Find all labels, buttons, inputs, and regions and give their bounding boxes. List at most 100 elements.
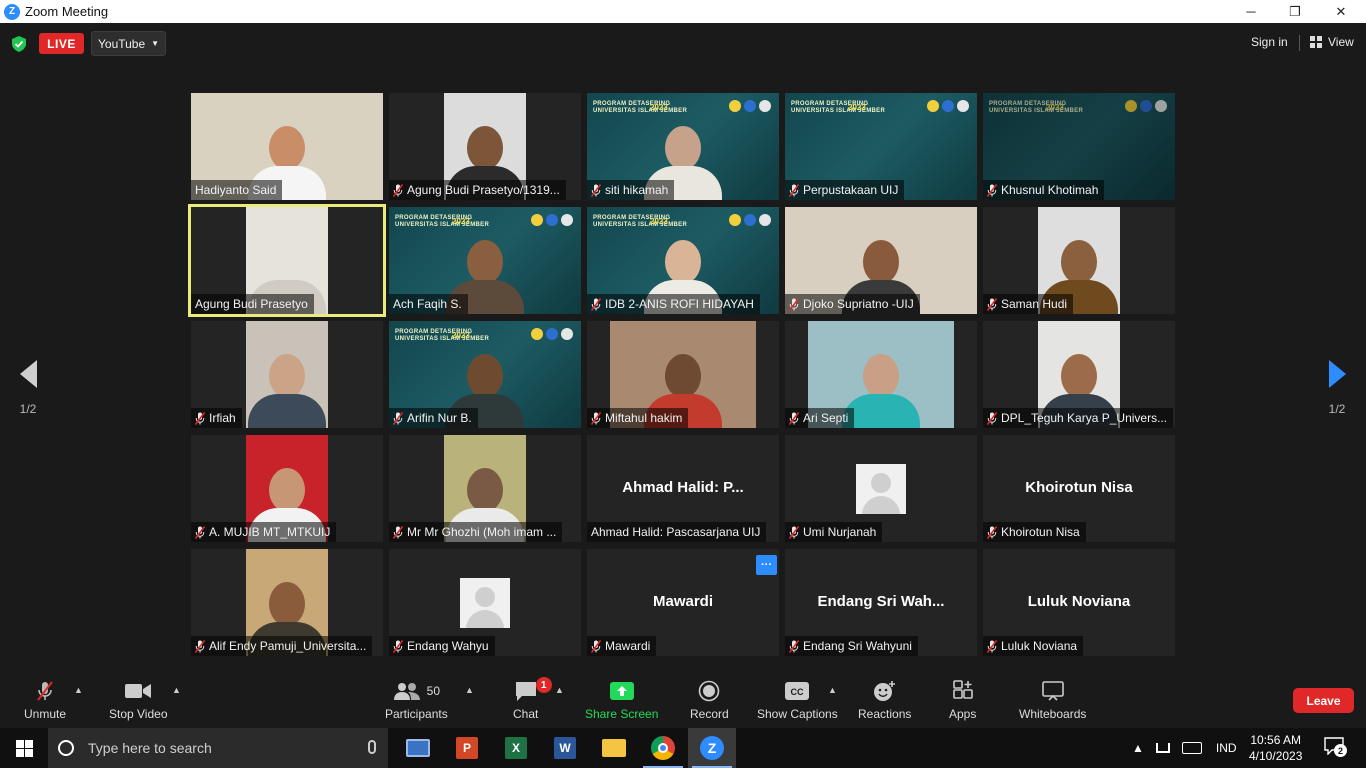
mic-muted-icon bbox=[591, 411, 601, 425]
chat-options-chevron-icon[interactable]: ▲ bbox=[555, 685, 564, 695]
participant-tile[interactable]: Khoirotun Nisa Khoirotun Nisa bbox=[983, 435, 1175, 542]
mic-muted-icon bbox=[789, 297, 799, 311]
mic-muted-icon bbox=[393, 639, 403, 653]
participant-tile[interactable]: PROGRAM DETASERING UNIVERSITAS ISLAM JEMB… bbox=[983, 93, 1175, 200]
network-icon[interactable] bbox=[1155, 743, 1170, 753]
signin-link[interactable]: Sign in bbox=[1251, 35, 1288, 49]
taskbar-clock[interactable]: 10:56 AM 4/10/2023 bbox=[1249, 732, 1302, 764]
windows-start-icon[interactable] bbox=[16, 740, 33, 757]
mic-muted-icon bbox=[195, 411, 205, 425]
share-screen-button[interactable]: Share Screen bbox=[585, 679, 658, 721]
mic-muted-icon bbox=[591, 297, 601, 311]
participant-tile[interactable]: Djoko Supriatno -UIJ bbox=[785, 207, 977, 314]
participant-tile[interactable]: Umi Nurjanah bbox=[785, 435, 977, 542]
word-icon: W bbox=[554, 737, 576, 759]
page-indicator-left: 1/2 bbox=[19, 402, 37, 416]
record-button[interactable]: Record bbox=[690, 679, 729, 721]
banner-year: 2023 bbox=[848, 103, 866, 112]
page-indicator-right: 1/2 bbox=[1328, 402, 1346, 416]
banner-year: 2023 bbox=[650, 217, 668, 226]
more-options-button[interactable]: ··· bbox=[756, 555, 777, 575]
participant-tile[interactable]: Ari Septi bbox=[785, 321, 977, 428]
gallery-grid: Hadiyanto Said Agung Budi Prasetyo/1319..… bbox=[188, 93, 1176, 657]
participant-tile[interactable]: Ahmad Halid: P... Ahmad Halid: Pascasarja… bbox=[587, 435, 779, 542]
participant-name: Miftahul hakim bbox=[605, 411, 683, 425]
stop-video-button[interactable]: Stop Video bbox=[109, 679, 168, 721]
audio-options-chevron-icon[interactable]: ▲ bbox=[74, 685, 83, 695]
keyboard-icon[interactable] bbox=[1181, 742, 1202, 754]
captions-options-chevron-icon[interactable]: ▲ bbox=[828, 685, 837, 695]
taskbar-app-chrome[interactable] bbox=[639, 728, 687, 768]
stop-video-label: Stop Video bbox=[109, 707, 168, 721]
taskbar-app-zoom[interactable]: Z bbox=[688, 728, 736, 768]
reactions-button[interactable]: Reactions bbox=[858, 679, 911, 721]
participant-tile[interactable]: PROGRAM DETASERING UNIVERSITAS ISLAM JEMB… bbox=[389, 321, 581, 428]
chat-button[interactable]: 1 Chat bbox=[513, 677, 552, 721]
participant-name-bar: Ahmad Halid: Pascasarjana UIJ bbox=[587, 522, 767, 542]
stream-target-dropdown[interactable]: YouTube ▼ bbox=[91, 31, 166, 56]
language-indicator[interactable]: IND bbox=[1216, 741, 1237, 755]
voice-mic-icon[interactable] bbox=[368, 740, 376, 754]
participant-tile[interactable]: Endang Wahyu bbox=[389, 549, 581, 656]
taskbar-app-excel[interactable]: X bbox=[492, 728, 540, 768]
participants-button[interactable]: 50 Participants bbox=[385, 679, 448, 721]
participant-tile[interactable]: Endang Sri Wah... Endang Sri Wahyuni bbox=[785, 549, 977, 656]
show-captions-button[interactable]: CC Show Captions bbox=[757, 679, 838, 721]
participant-tile[interactable]: Mr Mr Ghozhi (Moh imam ... bbox=[389, 435, 581, 542]
notification-center-button[interactable]: 2 bbox=[1324, 737, 1347, 757]
participant-tile[interactable]: Agung Budi Prasetyo/1319... bbox=[389, 93, 581, 200]
minimize-button[interactable]: ─ bbox=[1228, 0, 1274, 23]
taskbar-app-computer[interactable] bbox=[394, 728, 442, 768]
participant-tile[interactable]: Miftahul hakim bbox=[587, 321, 779, 428]
participant-name-bar: Khusnul Khotimah bbox=[983, 180, 1105, 200]
notification-count: 2 bbox=[1334, 744, 1347, 757]
leave-button[interactable]: Leave bbox=[1293, 688, 1354, 713]
mic-muted-icon bbox=[789, 411, 799, 425]
stream-target-label: YouTube bbox=[98, 36, 146, 51]
restore-button[interactable]: ❐ bbox=[1272, 0, 1318, 23]
participant-tile[interactable]: A. MUJIB MT_MTKUIJ bbox=[191, 435, 383, 542]
participant-tile[interactable]: PROGRAM DETASERING UNIVERSITAS ISLAM JEMB… bbox=[785, 93, 977, 200]
unmute-button[interactable]: Unmute bbox=[24, 679, 66, 721]
participant-tile[interactable]: Hadiyanto Said bbox=[191, 93, 383, 200]
topbar-divider bbox=[1299, 35, 1300, 51]
encryption-shield-icon[interactable] bbox=[12, 36, 26, 52]
participant-name: Irfiah bbox=[209, 411, 236, 425]
tray-overflow-chevron-icon[interactable]: ▲ bbox=[1132, 741, 1144, 755]
participant-name-bar: Ach Faqih S. bbox=[389, 294, 468, 314]
participant-tile[interactable]: PROGRAM DETASERING UNIVERSITAS ISLAM JEMB… bbox=[587, 207, 779, 314]
video-camera-icon bbox=[125, 679, 152, 703]
zoom-app-icon: Z bbox=[700, 736, 724, 760]
participant-tile[interactable]: Saman Hudi bbox=[983, 207, 1175, 314]
participant-tile[interactable]: Mawardi ··· Mawardi bbox=[587, 549, 779, 656]
prev-page-button[interactable]: 1/2 bbox=[13, 360, 43, 416]
apps-button[interactable]: Apps bbox=[949, 679, 976, 721]
view-button[interactable]: View bbox=[1310, 35, 1354, 49]
view-label: View bbox=[1328, 35, 1354, 49]
participant-name-bar: Djoko Supriatno -UIJ bbox=[785, 294, 920, 314]
participant-name-bar: Perpustakaan UIJ bbox=[785, 180, 905, 200]
windows-taskbar: Type here to search P X W Z ▲ IND 10:56 … bbox=[0, 728, 1366, 768]
taskbar-app-powerpoint[interactable]: P bbox=[443, 728, 491, 768]
participant-tile[interactable]: Agung Budi Prasetyo bbox=[188, 204, 386, 317]
participant-tile[interactable]: PROGRAM DETASERING UNIVERSITAS ISLAM JEMB… bbox=[587, 93, 779, 200]
mic-muted-icon bbox=[789, 183, 799, 197]
next-page-button[interactable]: 1/2 bbox=[1322, 360, 1352, 416]
mic-muted-icon bbox=[987, 411, 997, 425]
close-button[interactable]: ✕ bbox=[1318, 0, 1364, 23]
taskbar-app-file-explorer[interactable] bbox=[590, 728, 638, 768]
participant-tile[interactable]: Alif Endy Pamuji_Universita... bbox=[191, 549, 383, 656]
participant-tile[interactable]: Irfiah bbox=[191, 321, 383, 428]
participant-tile[interactable]: Luluk Noviana Luluk Noviana bbox=[983, 549, 1175, 656]
whiteboards-button[interactable]: Whiteboards bbox=[1019, 679, 1086, 721]
participants-options-chevron-icon[interactable]: ▲ bbox=[465, 685, 474, 695]
video-options-chevron-icon[interactable]: ▲ bbox=[172, 685, 181, 695]
taskbar-app-word[interactable]: W bbox=[541, 728, 589, 768]
live-badge[interactable]: LIVE bbox=[39, 33, 84, 54]
participant-tile[interactable]: PROGRAM DETASERING UNIVERSITAS ISLAM JEMB… bbox=[389, 207, 581, 314]
taskbar-search[interactable]: Type here to search bbox=[48, 728, 388, 768]
participant-name-bar: Mawardi bbox=[587, 636, 657, 656]
participant-name: Endang Sri Wahyuni bbox=[803, 639, 912, 653]
participant-name-bar: IDB 2-ANIS ROFI HIDAYAH bbox=[587, 294, 760, 314]
participant-tile[interactable]: DPL_Teguh Karya P_Univers... bbox=[983, 321, 1175, 428]
